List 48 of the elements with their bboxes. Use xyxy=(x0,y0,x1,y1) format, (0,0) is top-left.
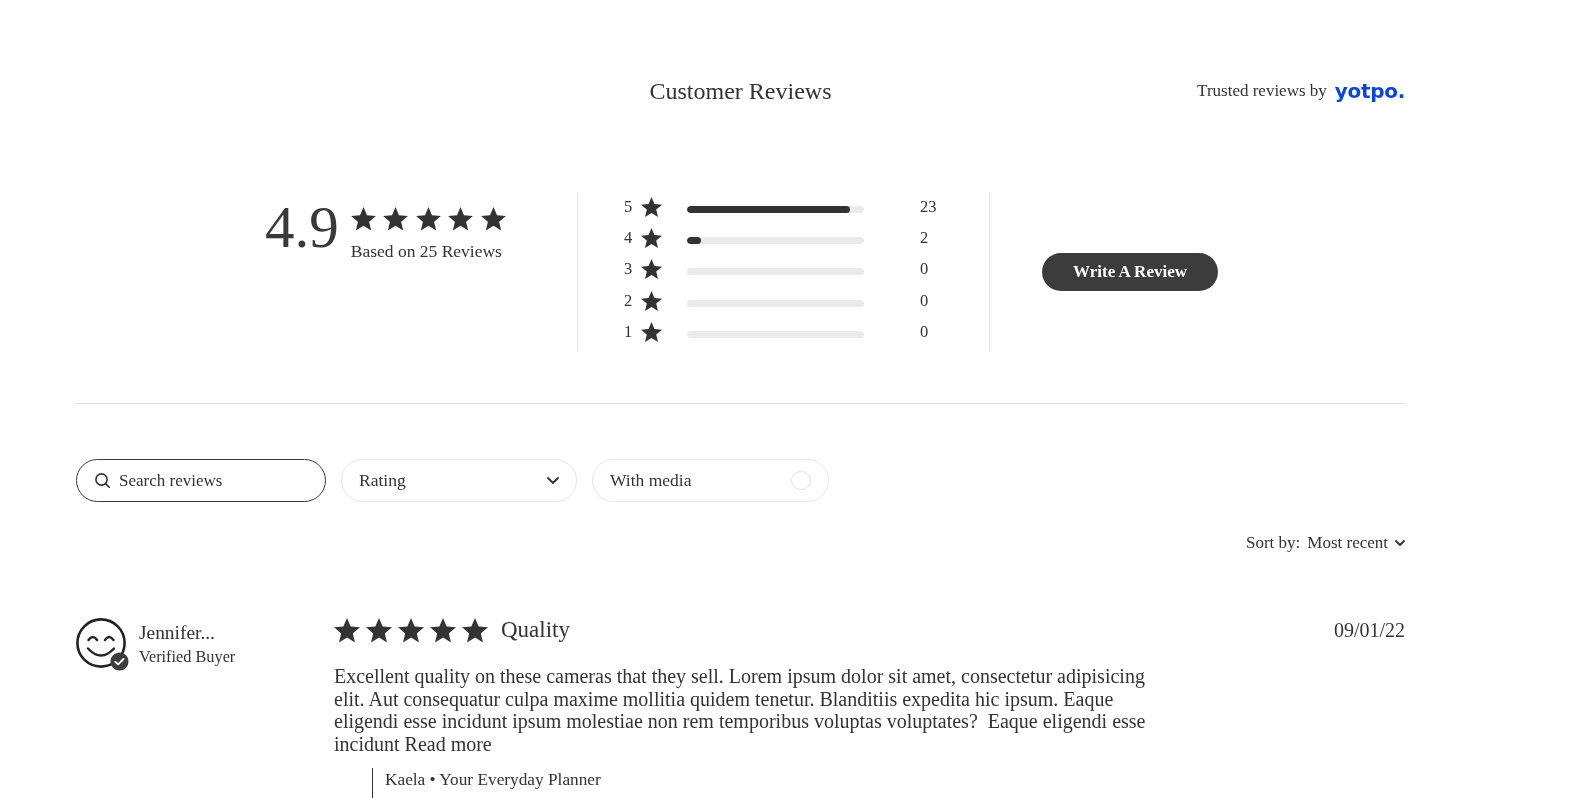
star-icon xyxy=(383,207,409,231)
star-icon xyxy=(430,617,456,643)
review-count-label: Based on 25 Reviews xyxy=(350,240,502,261)
star-icon xyxy=(641,259,662,280)
section-title: Customer Reviews xyxy=(649,77,832,105)
star-icon xyxy=(334,617,360,643)
toggle-circle-icon[interactable] xyxy=(791,470,811,491)
star-icon xyxy=(641,227,662,248)
rating-count: 0 xyxy=(920,259,929,280)
star-icon xyxy=(415,207,441,231)
star-icon xyxy=(366,617,392,643)
search-field[interactable]: Search reviews xyxy=(76,459,326,502)
write-review-button[interactable]: Write A Review xyxy=(1042,253,1218,291)
review-title: Quality xyxy=(501,617,570,643)
reviewer-name: Jennifer... xyxy=(139,622,215,644)
chevron-down-icon xyxy=(546,476,559,485)
chevron-down-icon xyxy=(1395,539,1405,547)
star-icon xyxy=(480,207,506,231)
review-date: 09/01/22 xyxy=(1333,618,1405,642)
review-text: Excellent quality on these cameras that they sell. Lorem ipsum dolor sit amet, consectetur adipisicing elit. Aut consequatur culpa maxime mollitia quidem tenetur. Blanditiis expedita hic ipsum. Eaque eligendi esse incidunt ipsum molestiae non rem temporibus voluptas voluptates? Eaque eligendi esse incidunt Read more xyxy=(334,665,1147,755)
star-icon xyxy=(641,196,662,217)
sort-label: Sort by: xyxy=(1245,533,1301,553)
smiley-face-icon xyxy=(76,618,126,668)
star-level-label: 1 xyxy=(624,321,634,342)
rating-count: 23 xyxy=(920,196,937,217)
star-icon xyxy=(462,617,488,643)
trusted-reviews-label: Trusted reviews by xyxy=(1197,81,1327,101)
star-icon xyxy=(641,290,662,311)
star-level-label: 5 xyxy=(624,196,634,217)
star-icon xyxy=(448,207,474,231)
average-rating: 4.9 xyxy=(265,198,339,257)
star-level-label: 3 xyxy=(624,259,634,280)
brand-logo[interactable]: yotpo. xyxy=(1334,79,1405,103)
star-level-label: 2 xyxy=(624,290,634,311)
star-icon xyxy=(398,617,424,643)
rating-count: 2 xyxy=(920,227,929,248)
search-icon xyxy=(95,473,110,488)
product-name: Kaela • Your Everyday Planner xyxy=(372,768,601,798)
read-more-link[interactable]: Read more xyxy=(404,732,492,755)
rating-count: 0 xyxy=(920,321,929,342)
star-level-label: 4 xyxy=(624,227,634,248)
rating-count: 0 xyxy=(920,290,929,311)
rating-dropdown[interactable]: Rating xyxy=(341,459,577,502)
verified-buyer-label: Verified Buyer xyxy=(139,647,236,666)
star-icon xyxy=(641,321,662,342)
media-filter-button[interactable]: With media xyxy=(592,459,829,502)
sort-dropdown[interactable]: Most recent xyxy=(1307,533,1405,553)
star-icon xyxy=(350,207,376,231)
